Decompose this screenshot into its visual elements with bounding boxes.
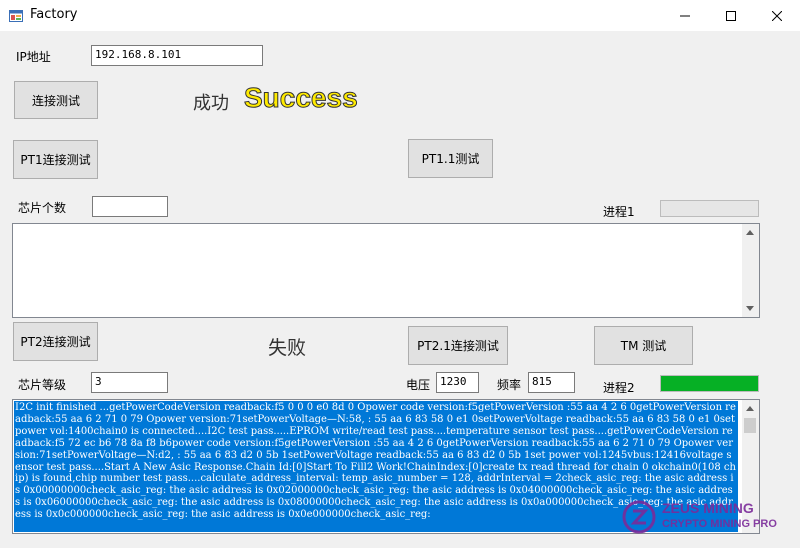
chip-count-label: 芯片个数	[18, 201, 67, 215]
progress1-bar	[660, 200, 759, 217]
chip-level-label: 芯片等级	[18, 378, 67, 392]
window-title: Factory	[30, 7, 78, 22]
factory-window: Factory IP地址 192.168.8.101 连接测试 成功 Succe…	[0, 0, 800, 548]
maximize-icon	[726, 10, 736, 21]
ip-address-input[interactable]: 192.168.8.101	[91, 45, 263, 66]
pt11-test-button[interactable]: PT1.1测试	[408, 139, 493, 178]
zeus-mining-logo-icon	[622, 500, 656, 534]
chip-info-scrollbar[interactable]	[742, 224, 759, 317]
watermark-logo: ZEUS MINING CRYPTO MINING PRO	[622, 498, 798, 540]
log-scroll-thumb[interactable]	[744, 418, 756, 433]
success-status-text: Success	[244, 82, 359, 114]
frequency-label: 频率	[497, 378, 522, 392]
scroll-down-icon[interactable]	[746, 306, 754, 311]
close-button[interactable]	[754, 0, 800, 31]
voltage-label: 电压	[406, 378, 431, 392]
maximize-button[interactable]	[708, 0, 754, 31]
minimize-button[interactable]	[662, 0, 708, 31]
chip-info-textarea[interactable]	[12, 223, 760, 318]
close-icon	[772, 10, 782, 21]
fail-status-text: 失败	[268, 337, 307, 359]
scroll-up-icon[interactable]	[746, 230, 754, 235]
pt2-connect-test-button[interactable]: PT2连接测试	[13, 322, 98, 361]
watermark-subtitle: CRYPTO MINING PRO	[662, 518, 777, 530]
ip-address-label: IP地址	[16, 50, 51, 64]
title-bar[interactable]: Factory	[0, 0, 800, 31]
watermark-title: ZEUS MINING	[662, 500, 754, 516]
progress2-bar	[660, 375, 759, 392]
log-scroll-up-icon[interactable]	[746, 406, 754, 411]
progress2-label: 进程2	[603, 381, 635, 395]
chip-count-input[interactable]	[92, 196, 168, 217]
app-icon	[9, 10, 23, 22]
pt21-connect-test-button[interactable]: PT2.1连接测试	[408, 326, 508, 365]
success-cn-label: 成功	[193, 93, 229, 114]
tm-test-button[interactable]: TM 测试	[594, 326, 693, 365]
chip-level-input[interactable]: 3	[91, 372, 168, 393]
voltage-input[interactable]: 1230	[436, 372, 479, 393]
progress2-fill	[661, 376, 758, 391]
pt1-connect-test-button[interactable]: PT1连接测试	[13, 140, 98, 179]
progress1-label: 进程1	[603, 205, 635, 219]
minimize-icon	[680, 15, 690, 16]
connect-test-button[interactable]: 连接测试	[14, 81, 98, 119]
frequency-input[interactable]: 815	[528, 372, 575, 393]
